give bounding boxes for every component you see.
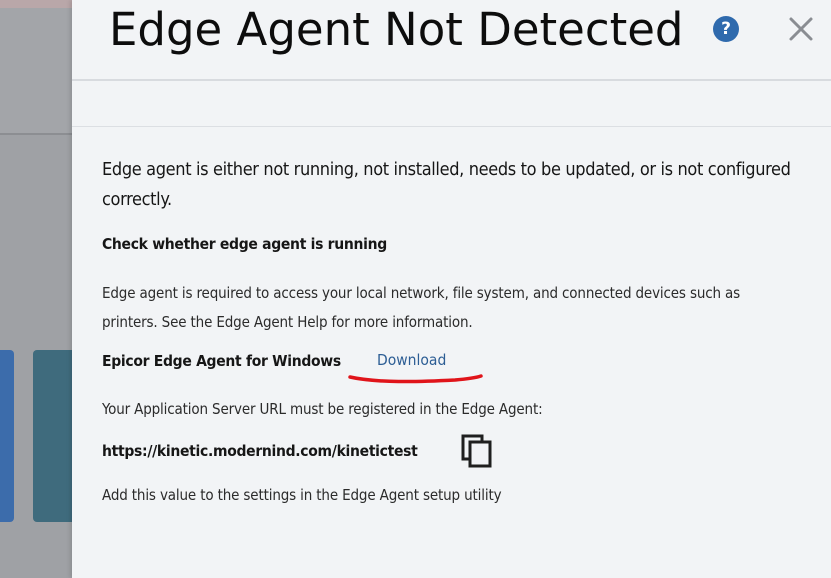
dialog-content: Edge agent is either not running, not in… — [102, 155, 807, 504]
help-icon[interactable]: ? — [713, 16, 739, 42]
url-note: Your Application Server URL must be regi… — [102, 400, 543, 418]
edge-agent-dialog: Edge Agent Not Detected ? Edge agent is … — [72, 0, 831, 578]
background-tile-blue — [0, 350, 14, 522]
check-heading: Check whether edge agent is running — [102, 235, 387, 253]
copy-icon[interactable] — [460, 433, 494, 469]
close-icon[interactable] — [786, 14, 816, 44]
dialog-header: Edge Agent Not Detected ? — [72, 0, 831, 81]
subheader-divider — [72, 126, 831, 127]
background-tile-teal — [33, 350, 72, 522]
dialog-title: Edge Agent Not Detected — [109, 3, 684, 56]
info-text: Edge agent is required to access your lo… — [102, 284, 741, 331]
background-header — [0, 8, 72, 134]
background-top-strip — [0, 0, 72, 8]
agent-label: Epicor Edge Agent for Windows — [102, 352, 341, 370]
background-divider — [0, 133, 72, 135]
red-underline-annotation — [348, 374, 483, 384]
server-url: https://kinetic.modernind.com/kinetictes… — [102, 442, 418, 460]
download-link[interactable]: Download — [377, 351, 446, 369]
lead-message: Edge agent is either not running, not in… — [102, 159, 791, 210]
download-row: Epicor Edge Agent for Windows Download — [102, 351, 446, 370]
settings-note: Add this value to the settings in the Ed… — [102, 486, 502, 504]
